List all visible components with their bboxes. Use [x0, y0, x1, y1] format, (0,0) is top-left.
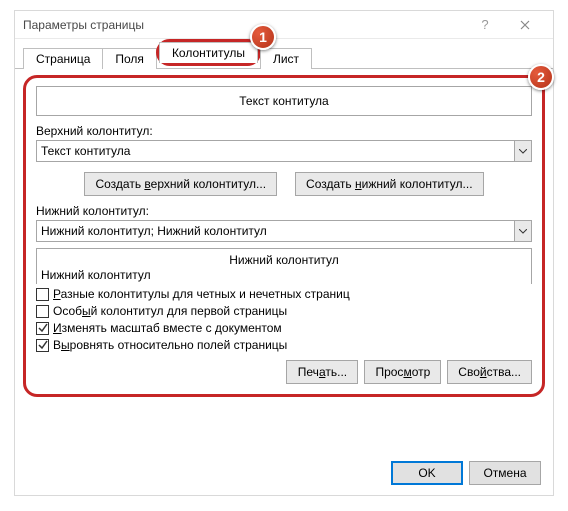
tab-headers[interactable]: Колонтитулы	[159, 42, 258, 63]
annotation-marker-2: 2	[528, 64, 554, 90]
close-button[interactable]	[505, 14, 545, 36]
footer-combo-input[interactable]	[36, 220, 514, 242]
header-combo[interactable]	[36, 140, 532, 162]
checkbox-odd-even[interactable]: Разные колонтитулы для четных и нечетных…	[36, 287, 532, 301]
checkbox-first-page[interactable]: Особый колонтитул для первой страницы	[36, 304, 532, 318]
checkbox-label: Особый колонтитул для первой страницы	[53, 304, 287, 318]
checkbox-label: Выровнять относительно полей страницы	[53, 338, 287, 352]
create-footer-button[interactable]: Создать нижний колонтитул...	[295, 172, 483, 196]
checkbox-icon[interactable]	[36, 305, 49, 318]
highlight-body: Текст контитула Верхний колонтитул: Созд…	[23, 75, 545, 397]
checkbox-align[interactable]: Выровнять относительно полей страницы	[36, 338, 532, 352]
dialog-buttons: OK Отмена	[391, 461, 541, 485]
checkbox-label: Изменять масштаб вместе с документом	[53, 321, 282, 335]
annotation-marker-1: 1	[250, 24, 276, 50]
checkbox-icon[interactable]	[36, 288, 49, 301]
tab-strip: Страница Поля Колонтитулы Лист	[15, 39, 553, 69]
chevron-down-icon[interactable]	[514, 220, 532, 242]
titlebar: Параметры страницы ?	[15, 11, 553, 39]
footer-preview-left: Нижний колонтитул	[41, 268, 151, 282]
action-buttons-row: Печать... Просмотр Свойства...	[36, 360, 532, 384]
preview-button[interactable]: Просмотр	[364, 360, 441, 384]
print-button[interactable]: Печать...	[286, 360, 358, 384]
header-label: Верхний колонтитул:	[36, 124, 532, 138]
tab-page[interactable]: Страница	[23, 48, 103, 69]
checkbox-scale[interactable]: Изменять масштаб вместе с документом	[36, 321, 532, 335]
tab-margins[interactable]: Поля	[102, 48, 157, 69]
tab-sheet[interactable]: Лист	[260, 48, 312, 69]
checkbox-icon[interactable]	[36, 322, 49, 335]
create-header-button[interactable]: Создать верхний колонтитул...	[84, 172, 277, 196]
footer-preview: Нижний колонтитул Нижний колонтитул	[36, 248, 532, 284]
footer-combo[interactable]	[36, 220, 532, 242]
dialog-page-setup: Параметры страницы ? Страница Поля Колон…	[14, 10, 554, 496]
checkbox-icon[interactable]	[36, 339, 49, 352]
properties-button[interactable]: Свойства...	[447, 360, 532, 384]
help-button[interactable]: ?	[465, 14, 505, 36]
highlight-tab: Колонтитулы	[156, 39, 261, 66]
footer-preview-center: Нижний колонтитул	[229, 253, 339, 267]
header-preview-text: Текст контитула	[239, 94, 328, 108]
chevron-down-icon[interactable]	[514, 140, 532, 162]
create-buttons-row: Создать верхний колонтитул... Создать ни…	[36, 172, 532, 196]
checkbox-label: Разные колонтитулы для четных и нечетных…	[53, 287, 350, 301]
cancel-button[interactable]: Отмена	[469, 461, 541, 485]
dialog-title: Параметры страницы	[23, 18, 465, 32]
ok-button[interactable]: OK	[391, 461, 463, 485]
header-combo-input[interactable]	[36, 140, 514, 162]
header-preview: Текст контитула	[36, 86, 532, 116]
footer-label: Нижний колонтитул:	[36, 204, 532, 218]
